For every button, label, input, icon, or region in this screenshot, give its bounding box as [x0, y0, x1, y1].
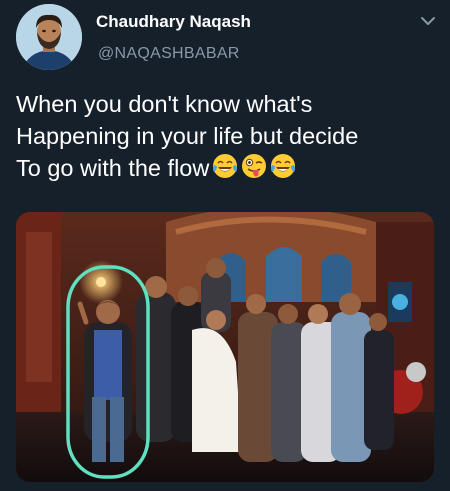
tears-of-joy-emoji	[269, 152, 297, 180]
winking-tongue-emoji	[240, 152, 268, 180]
tweet-text: When you don't know what's Happening in …	[16, 88, 436, 184]
tweet-text-line: Happening in your life but decide	[16, 123, 359, 149]
tweet-text-line-content: To go with the flow	[16, 155, 210, 181]
tears-of-joy-emoji	[211, 152, 239, 180]
chevron-down-icon[interactable]	[420, 14, 436, 26]
tweet-photo[interactable]	[16, 212, 434, 482]
emoji-group	[211, 152, 297, 180]
tweet-text-line: To go with the flow	[16, 152, 436, 184]
author-name[interactable]: Chaudhary Naqash	[96, 12, 251, 32]
author-handle[interactable]: @NAQASHBABAR	[98, 45, 240, 63]
tweet-card[interactable]: Chaudhary Naqash @NAQASHBABAR When you d…	[0, 0, 450, 491]
avatar[interactable]	[16, 4, 82, 70]
group-selfie-photo	[16, 212, 434, 482]
tweet-text-line: When you don't know what's	[16, 91, 313, 117]
